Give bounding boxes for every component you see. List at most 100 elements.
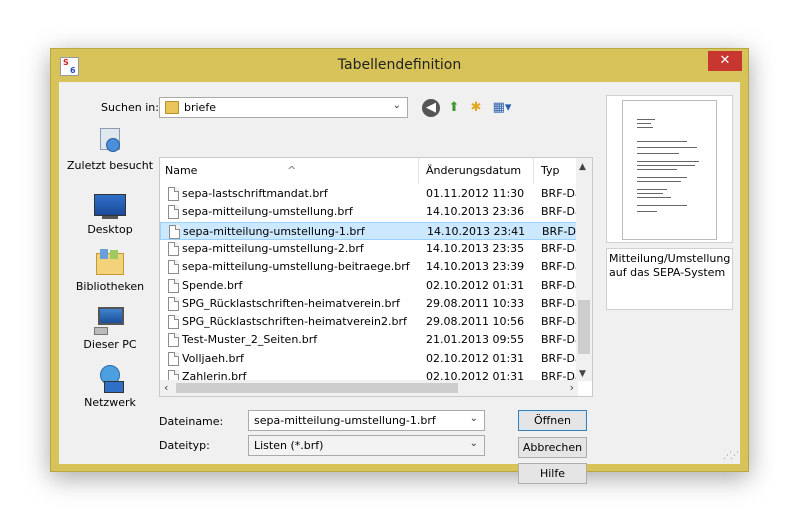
table-row[interactable]: Volljaeh.brf 02.10.2012 01:31 BRF-Datei: [160, 350, 578, 368]
sort-ascending-icon: ^: [287, 164, 297, 177]
file-name: sepa-mitteilung-umstellung.brf: [182, 205, 353, 219]
dialog-window: S 6 Tabellendefinition ✕ Suchen in: brie…: [50, 48, 749, 484]
desktop-icon: [94, 192, 126, 220]
recent-places-icon: [94, 128, 126, 156]
file-icon: [168, 205, 179, 220]
file-type: BRF-Datei: [541, 205, 577, 219]
file-type: BRF-Datei: [541, 296, 577, 310]
filetype-select[interactable]: Listen (*.brf) ⌄: [248, 435, 485, 456]
title-bar[interactable]: S 6 Tabellendefinition ✕: [51, 49, 748, 81]
file-type: BRF-Datei: [541, 351, 577, 365]
vertical-scrollbar[interactable]: ▲ ▼: [576, 158, 592, 381]
filename-label: Dateiname:: [159, 415, 224, 428]
file-icon: [169, 224, 180, 239]
file-name: Spende.brf: [182, 278, 243, 292]
table-row[interactable]: sepa-lastschriftmandat.brf 01.11.2012 11:…: [160, 185, 578, 203]
filename-field[interactable]: sepa-mitteilung-umstellung-1.brf ⌄: [248, 410, 485, 431]
file-date: 21.01.2013 09:55: [426, 333, 525, 347]
file-name: Test-Muster_2_Seiten.brf: [182, 333, 318, 347]
preview-pane: [606, 95, 733, 243]
table-row[interactable]: SPG_Rücklastschriften-heimatverein.brf 29…: [160, 295, 578, 313]
file-list[interactable]: ^ Name Änderungsdatum Typ sepa-lastschri…: [159, 157, 593, 397]
table-row[interactable]: sepa-mitteilung-umstellung-1.brf 14.10.20…: [160, 221, 578, 240]
table-row[interactable]: Test-Muster_2_Seiten.brf 21.01.2013 09:55…: [160, 331, 578, 349]
column-type[interactable]: Typ: [541, 164, 560, 177]
vertical-scroll-thumb[interactable]: [578, 300, 590, 354]
place-recent[interactable]: Zuletzt besucht: [67, 128, 153, 172]
close-button[interactable]: ✕: [708, 51, 742, 71]
file-type: BRF-Datei: [541, 187, 577, 200]
horizontal-scroll-thumb[interactable]: [176, 383, 458, 393]
resize-grip-icon[interactable]: ⋰⋰: [723, 451, 739, 461]
chevron-down-icon: ⌄: [469, 438, 478, 449]
new-folder-icon[interactable]: ✱: [467, 99, 485, 117]
place-desktop[interactable]: Desktop: [67, 192, 153, 236]
column-date[interactable]: Änderungsdatum: [426, 164, 521, 177]
file-type: BRF-Datei: [542, 224, 578, 238]
lookin-combo[interactable]: briefe ⌄: [159, 97, 408, 118]
file-type: BRF-Datei: [541, 333, 577, 347]
help-button[interactable]: Hilfe: [518, 463, 587, 484]
dialog-client: Suchen in: briefe ⌄ ◀ ⬆ ✱ ▦▾ Zuletzt bes…: [59, 82, 740, 484]
file-type: BRF-Datei: [541, 260, 577, 274]
window-title: Tabellendefinition: [337, 57, 462, 73]
file-icon: [168, 333, 179, 348]
file-icon: [168, 315, 179, 330]
file-name: SPG_Rücklastschriften-heimatverein.brf: [182, 296, 400, 310]
cancel-button[interactable]: Abbrechen: [518, 437, 587, 458]
chevron-down-icon[interactable]: ⌄: [470, 413, 478, 424]
back-icon[interactable]: ◀: [422, 99, 440, 117]
table-row[interactable]: sepa-mitteilung-umstellung-2.brf 14.10.20…: [160, 240, 578, 258]
file-icon: [168, 241, 179, 256]
filename-value: sepa-mitteilung-umstellung-1.brf: [254, 414, 436, 427]
file-type: BRF-Datei: [541, 278, 577, 292]
place-this-pc[interactable]: Dieser PC: [67, 307, 153, 351]
libraries-icon: [94, 249, 126, 277]
file-date: 01.11.2012 11:30: [426, 187, 525, 200]
column-name[interactable]: Name: [165, 164, 197, 177]
place-label: Dieser PC: [83, 338, 137, 351]
table-row[interactable]: sepa-mitteilung-umstellung-beitraege.brf…: [160, 258, 578, 276]
place-label: Netzwerk: [84, 396, 136, 409]
file-name: sepa-mitteilung-umstellung-2.brf: [182, 241, 364, 255]
file-date: 02.10.2012 01:31: [426, 351, 525, 365]
file-date: 14.10.2013 23:36: [426, 205, 525, 219]
file-date: 14.10.2013 23:39: [426, 260, 525, 274]
preview-description: Mitteilung/Umstellung auf das SEPA-Syste…: [606, 248, 733, 310]
file-type: BRF-Datei: [541, 241, 577, 255]
place-label: Desktop: [87, 223, 133, 236]
file-type: BRF-Datei: [541, 315, 577, 329]
file-icon: [168, 260, 179, 275]
scroll-right-icon[interactable]: ›: [570, 381, 574, 394]
list-header: ^ Name Änderungsdatum Typ: [160, 158, 592, 184]
table-row[interactable]: SPG_Rücklastschriften-heimatverein2.brf 2…: [160, 313, 578, 331]
folder-icon: [165, 101, 179, 114]
place-network[interactable]: Netzwerk: [67, 365, 153, 409]
file-date: 29.08.2011 10:33: [426, 296, 525, 310]
scroll-down-icon[interactable]: ▼: [579, 369, 586, 379]
file-icon: [168, 278, 179, 293]
file-name: sepa-mitteilung-umstellung-beitraege.brf: [182, 260, 410, 274]
file-icon: [168, 187, 179, 201]
scroll-left-icon[interactable]: ‹: [164, 381, 168, 394]
up-folder-icon[interactable]: ⬆: [445, 99, 463, 117]
place-libraries[interactable]: Bibliotheken: [67, 249, 153, 293]
table-row[interactable]: sepa-mitteilung-umstellung.brf 14.10.2013…: [160, 203, 578, 221]
file-name: Volljaeh.brf: [182, 351, 244, 365]
file-date: 29.08.2011 10:56: [426, 315, 525, 329]
chevron-down-icon: ⌄: [392, 100, 401, 111]
table-row[interactable]: Spende.brf 02.10.2012 01:31 BRF-Datei: [160, 277, 578, 295]
file-date: 14.10.2013 23:35: [426, 241, 525, 255]
filetype-label: Dateityp:: [159, 439, 210, 452]
lookin-label: Suchen in:: [101, 101, 159, 114]
horizontal-scrollbar[interactable]: ‹ ›: [160, 380, 578, 396]
filetype-value: Listen (*.brf): [254, 439, 324, 452]
file-date: 02.10.2012 01:31: [426, 278, 525, 292]
this-pc-icon: [94, 307, 126, 335]
lookin-value: briefe: [184, 101, 216, 114]
network-icon: [94, 365, 126, 393]
document-thumbnail: [622, 100, 717, 240]
scroll-up-icon[interactable]: ▲: [579, 162, 586, 172]
open-button[interactable]: Öffnen: [518, 410, 587, 431]
view-menu-icon[interactable]: ▦▾: [489, 99, 515, 117]
